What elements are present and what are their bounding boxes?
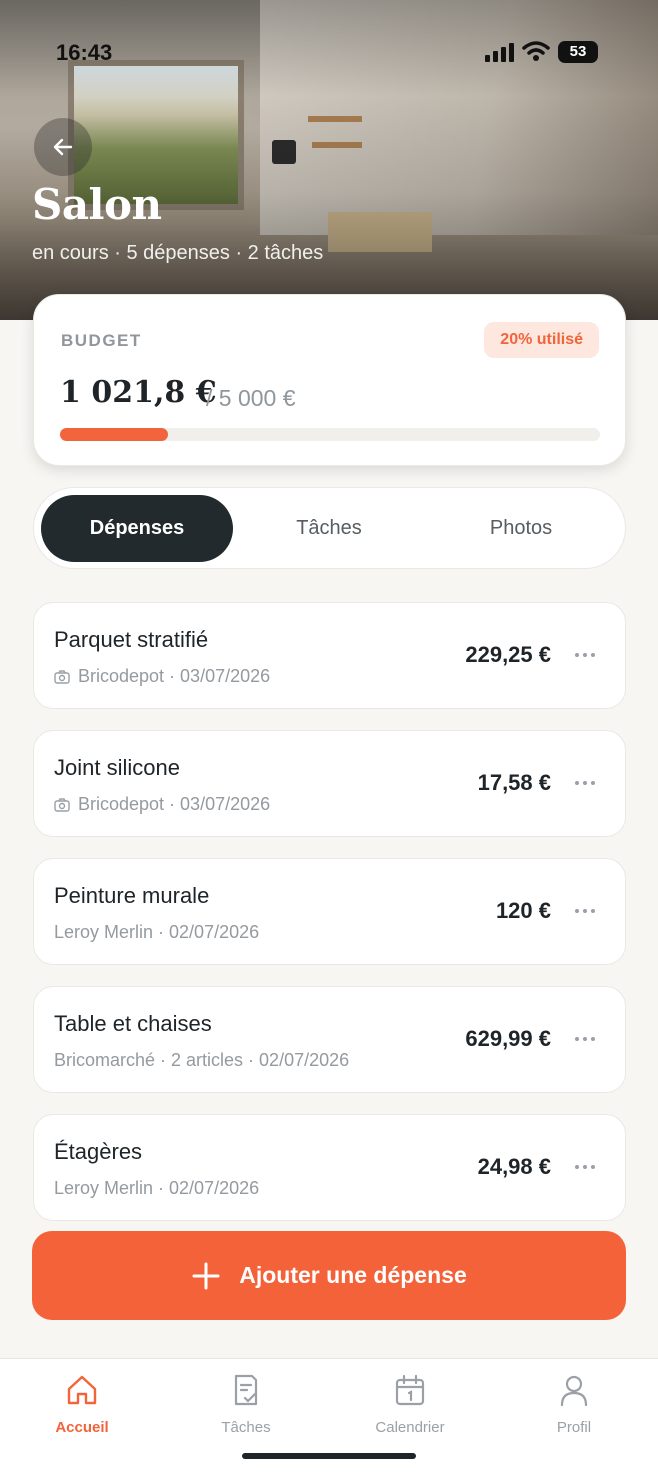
expense-item[interactable]: Peinture murale Leroy Merlin · 02/07/2026… <box>33 858 626 965</box>
nav-label: Accueil <box>55 1419 109 1436</box>
expense-item[interactable]: Table et chaises Bricomarché · 2 articles… <box>33 986 626 1093</box>
status-bar: 16:43 53 <box>0 38 658 68</box>
budget-label: BUDGET <box>61 331 142 350</box>
budget-progress-fill <box>60 428 168 441</box>
expense-meta: Leroy Merlin · 02/07/2026 <box>54 922 259 943</box>
signal-icon <box>485 43 514 62</box>
home-icon <box>67 1375 97 1405</box>
expense-amount: 229,25 € <box>465 642 551 667</box>
budget-usage-badge: 20% utilisé <box>484 322 599 358</box>
expense-meta: Bricomarché · 2 articles · 02/07/2026 <box>54 1050 349 1071</box>
budget-card: BUDGET 20% utilisé 1 021,8 € / 5 000 € <box>33 294 626 466</box>
expense-meta-text: Bricomarché · 2 articles · 02/07/2026 <box>54 1050 350 1070</box>
more-options-icon[interactable] <box>571 643 599 667</box>
room-meta: en cours · 5 dépenses · 2 tâches <box>32 242 324 264</box>
expense-name: Joint silicone <box>54 755 180 780</box>
add-expense-button[interactable]: Ajouter une dépense <box>32 1231 626 1320</box>
nav-profil[interactable]: Profil <box>514 1373 634 1436</box>
status-time: 16:43 <box>56 40 113 65</box>
battery-icon: 53 <box>558 41 598 63</box>
arrow-left-icon <box>53 138 73 156</box>
home-indicator <box>242 1453 416 1459</box>
tasks-icon <box>234 1374 258 1406</box>
budget-spent: 1 021,8 € <box>60 375 217 410</box>
expense-name: Peinture murale <box>54 883 210 908</box>
wifi-icon <box>522 41 550 61</box>
expense-name: Étagères <box>54 1139 143 1164</box>
nav-label: Profil <box>556 1419 592 1436</box>
expense-meta-text: Leroy Merlin · 02/07/2026 <box>54 922 260 942</box>
tab-taches[interactable]: Tâches <box>233 495 425 562</box>
back-button[interactable] <box>34 118 92 176</box>
expense-meta-text: Bricodepot · 03/07/2026 <box>78 666 271 686</box>
tab-depenses[interactable]: Dépenses <box>41 495 233 562</box>
budget-total: / 5 000 € <box>206 385 296 411</box>
expense-amount: 24,98 € <box>477 1154 551 1179</box>
expense-name: Parquet stratifié <box>54 627 209 652</box>
tab-photos[interactable]: Photos <box>425 495 617 562</box>
page-title: Salon <box>32 180 162 229</box>
nav-calendrier[interactable]: Calendrier <box>350 1373 470 1436</box>
expense-meta-text: Bricodepot · 03/07/2026 <box>78 794 271 814</box>
plus-icon <box>192 1262 220 1289</box>
expense-meta: Bricodepot · 03/07/2026 <box>54 794 270 815</box>
more-options-icon[interactable] <box>571 1155 599 1179</box>
nav-accueil[interactable]: Accueil <box>22 1373 142 1436</box>
camera-icon <box>54 669 70 684</box>
expense-meta-text: Leroy Merlin · 02/07/2026 <box>54 1178 260 1198</box>
more-options-icon[interactable] <box>571 771 599 795</box>
expense-amount: 120 € <box>495 898 551 923</box>
more-options-icon[interactable] <box>571 1027 599 1051</box>
nav-label: Calendrier <box>375 1419 445 1436</box>
expense-item[interactable]: Joint silicone Bricodepot · 03/07/2026 17,… <box>33 730 626 837</box>
expense-name: Table et chaises <box>54 1011 212 1036</box>
budget-progress-bar <box>60 428 600 441</box>
add-expense-label: Ajouter une dépense <box>239 1262 467 1288</box>
nav-taches[interactable]: Tâches <box>186 1373 306 1436</box>
section-tabs: Dépenses Tâches Photos <box>33 487 626 569</box>
expense-meta: Bricodepot · 03/07/2026 <box>54 666 270 687</box>
expense-item[interactable]: Parquet stratifié Bricodepot · 03/07/2026… <box>33 602 626 709</box>
camera-icon <box>54 797 70 812</box>
expense-amount: 17,58 € <box>477 770 551 795</box>
profile-icon <box>560 1375 588 1407</box>
expense-meta: Leroy Merlin · 02/07/2026 <box>54 1178 259 1199</box>
calendar-icon <box>395 1374 425 1406</box>
more-options-icon[interactable] <box>571 899 599 923</box>
expense-amount: 629,99 € <box>465 1026 551 1051</box>
expense-item[interactable]: Étagères Leroy Merlin · 02/07/2026 24,98 € <box>33 1114 626 1221</box>
nav-label: Tâches <box>221 1419 271 1436</box>
